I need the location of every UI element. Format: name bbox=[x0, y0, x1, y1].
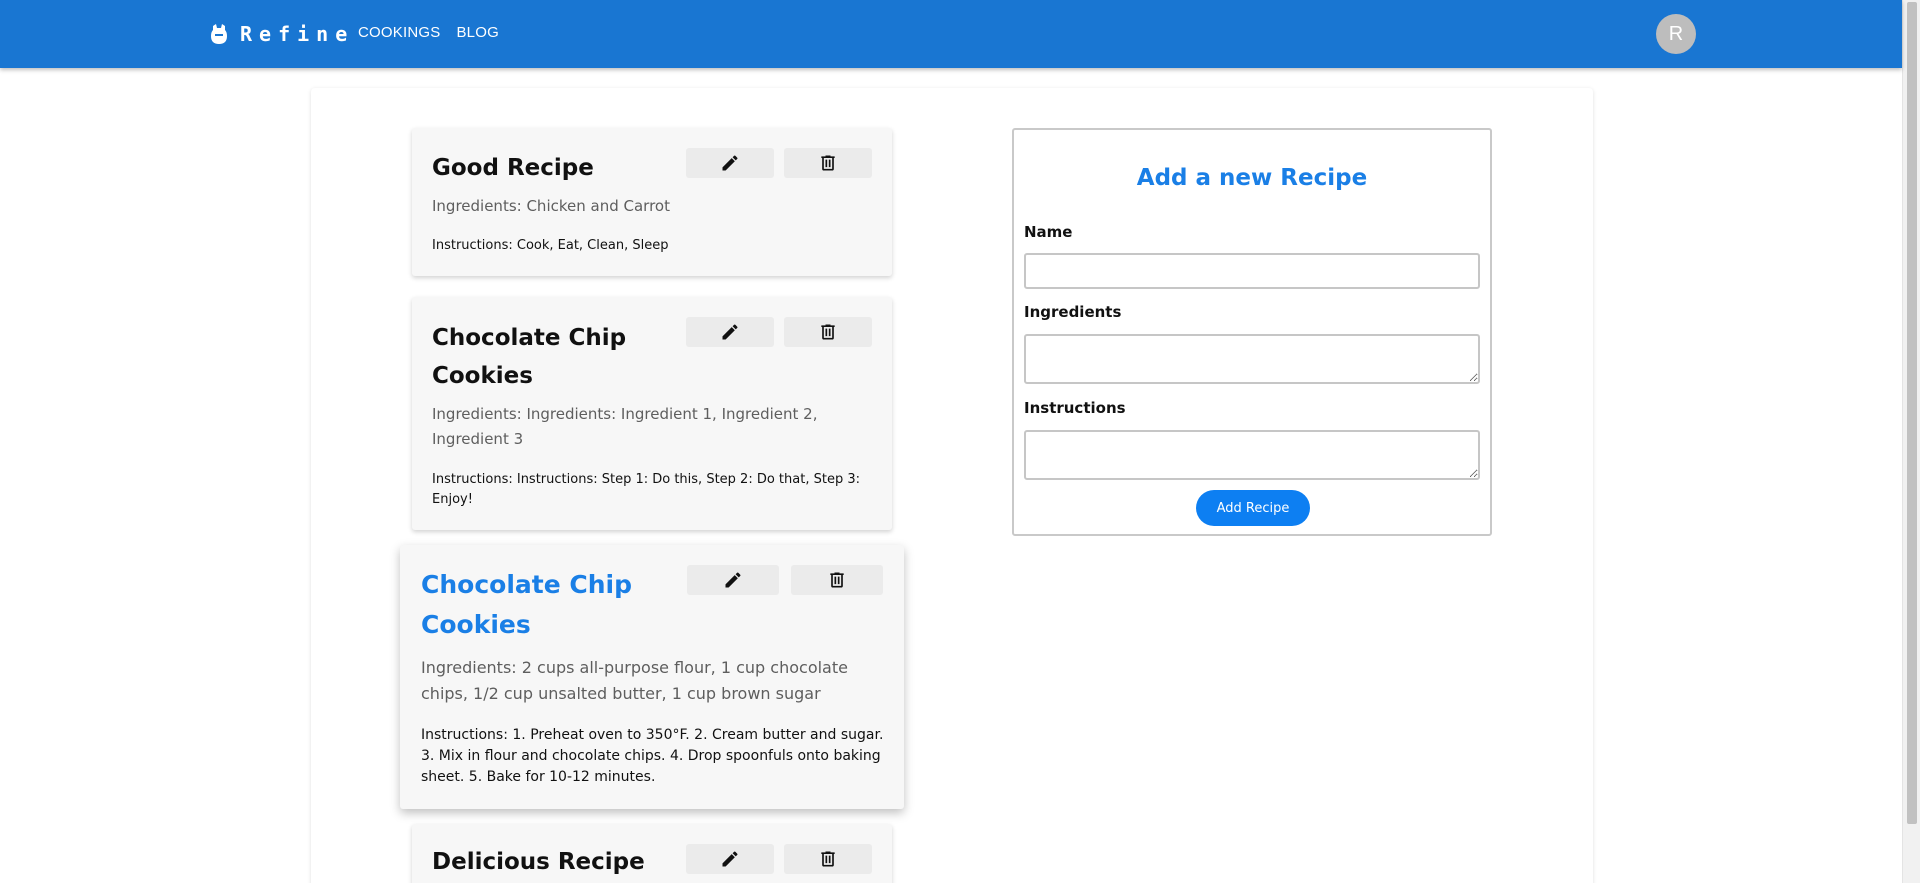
recipe-ingredients: Ingredients: Ingredients: Ingredient 1, … bbox=[432, 405, 818, 448]
pencil-icon bbox=[722, 155, 738, 171]
form-title: Add a new Recipe bbox=[1136, 165, 1368, 191]
delete-button[interactable] bbox=[784, 148, 872, 178]
nav-blog[interactable]: BLOG bbox=[456, 22, 498, 44]
edit-button[interactable] bbox=[686, 148, 774, 178]
instructions-input[interactable] bbox=[1024, 430, 1480, 480]
ingredients-input[interactable] bbox=[1024, 334, 1480, 384]
add-recipe-form: Add a new Recipe Name Ingredients Instru… bbox=[1012, 128, 1492, 536]
recipe-card: Chocolate Chip Cookies Ingredients: Ingr… bbox=[412, 297, 892, 530]
recipe-card-hovered: Chocolate Chip Cookies Ingredients: 2 cu… bbox=[400, 545, 904, 809]
brand-name: Refine bbox=[240, 22, 355, 46]
instructions-label: Instructions bbox=[1024, 399, 1126, 417]
trash-icon bbox=[830, 572, 844, 588]
pencil-icon bbox=[725, 572, 741, 588]
page-scrollbar[interactable] bbox=[1902, 0, 1920, 883]
recipe-title: Chocolate Chip Cookies bbox=[421, 570, 632, 639]
recipe-card: Good Recipe Ingredients: Chicken and Car… bbox=[412, 128, 892, 276]
app-header: Refine COOKINGS BLOG R bbox=[0, 0, 1902, 68]
pencil-icon bbox=[722, 324, 738, 340]
brand-logo[interactable]: Refine bbox=[210, 18, 354, 50]
edit-button[interactable] bbox=[686, 844, 774, 874]
refine-logo-icon bbox=[211, 24, 227, 44]
delete-button[interactable] bbox=[784, 844, 872, 874]
trash-icon bbox=[821, 324, 835, 340]
recipe-instructions: Instructions: Cook, Eat, Clean, Sleep bbox=[432, 238, 669, 253]
delete-button[interactable] bbox=[791, 565, 883, 595]
recipe-ingredients: Ingredients: Chicken and Carrot bbox=[432, 197, 670, 215]
recipe-ingredients: Ingredients: 2 cups all-purpose flour, 1… bbox=[421, 658, 848, 703]
pencil-icon bbox=[722, 851, 738, 867]
recipe-instructions: Instructions: 1. Preheat oven to 350°F. … bbox=[421, 727, 884, 785]
trash-icon bbox=[821, 155, 835, 171]
name-input[interactable] bbox=[1024, 253, 1480, 289]
edit-button[interactable] bbox=[686, 317, 774, 347]
recipe-instructions: Instructions: Instructions: Step 1: Do t… bbox=[432, 472, 860, 507]
main-nav: COOKINGS BLOG bbox=[358, 22, 499, 44]
user-avatar[interactable]: R bbox=[1656, 14, 1696, 54]
name-label: Name bbox=[1024, 223, 1073, 241]
trash-icon bbox=[821, 851, 835, 867]
recipe-card: Delicious Recipe bbox=[412, 824, 892, 883]
add-recipe-button[interactable]: Add Recipe bbox=[1196, 490, 1310, 526]
nav-cookings[interactable]: COOKINGS bbox=[358, 22, 440, 44]
delete-button[interactable] bbox=[784, 317, 872, 347]
ingredients-label: Ingredients bbox=[1024, 303, 1122, 321]
recipe-title: Delicious Recipe bbox=[432, 849, 645, 875]
recipe-title: Chocolate Chip Cookies bbox=[432, 325, 627, 389]
edit-button[interactable] bbox=[687, 565, 779, 595]
recipe-title: Good Recipe bbox=[432, 155, 594, 181]
scrollbar-thumb[interactable] bbox=[1907, 2, 1917, 824]
